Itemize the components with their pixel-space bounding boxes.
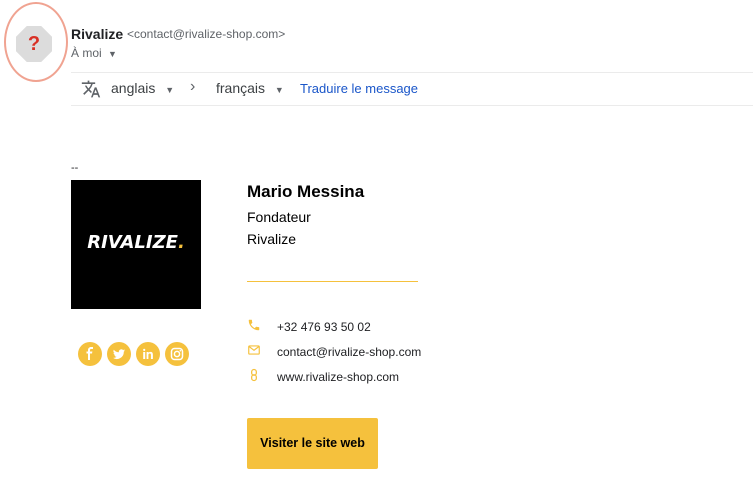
source-language-label: anglais xyxy=(111,80,156,96)
source-language-select[interactable]: anglais ▼ xyxy=(111,80,174,96)
chevron-down-icon: ▼ xyxy=(274,85,284,95)
chevron-down-icon: ▼ xyxy=(108,49,117,59)
company-logo: RIVALIZE. xyxy=(71,180,201,309)
signature-role: Fondateur xyxy=(247,209,311,225)
signature-company: Rivalize xyxy=(247,231,297,247)
target-language-select[interactable]: français ▼ xyxy=(216,80,284,96)
phone-number[interactable]: +32 476 93 50 02 xyxy=(277,320,371,334)
logo-wordmark: RIVALIZE. xyxy=(87,232,185,253)
visit-website-button[interactable]: Visiter le site web xyxy=(247,418,378,469)
website-url[interactable]: www.rivalize-shop.com xyxy=(277,370,399,384)
signature-divider xyxy=(247,281,418,282)
sender-email: <contact@rivalize-shop.com> xyxy=(127,27,286,41)
instagram-icon[interactable] xyxy=(165,342,189,366)
sender-name: Rivalize xyxy=(71,26,124,42)
phone-icon xyxy=(248,319,260,331)
facebook-icon[interactable] xyxy=(78,342,102,366)
chevron-down-icon: ▼ xyxy=(165,85,175,95)
chevron-right-icon: › xyxy=(190,78,196,95)
translate-message-link[interactable]: Traduire le message xyxy=(300,81,418,96)
header-divider xyxy=(71,72,753,73)
target-language-label: français xyxy=(216,80,266,96)
linkedin-icon[interactable] xyxy=(136,342,160,366)
translate-bar-divider xyxy=(71,105,753,106)
twitter-icon[interactable] xyxy=(107,342,131,366)
email-address[interactable]: contact@rivalize-shop.com xyxy=(277,345,421,359)
recipient-label: À moi xyxy=(71,46,102,60)
translate-icon xyxy=(81,80,101,98)
recipient-details-toggle[interactable]: À moi ▼ xyxy=(71,46,117,60)
signature-separator: -- xyxy=(71,162,79,174)
avatar-question-mark: ? xyxy=(27,33,41,55)
signature-name: Mario Messina xyxy=(247,182,365,201)
link-icon xyxy=(251,368,257,382)
mail-icon xyxy=(248,345,260,355)
